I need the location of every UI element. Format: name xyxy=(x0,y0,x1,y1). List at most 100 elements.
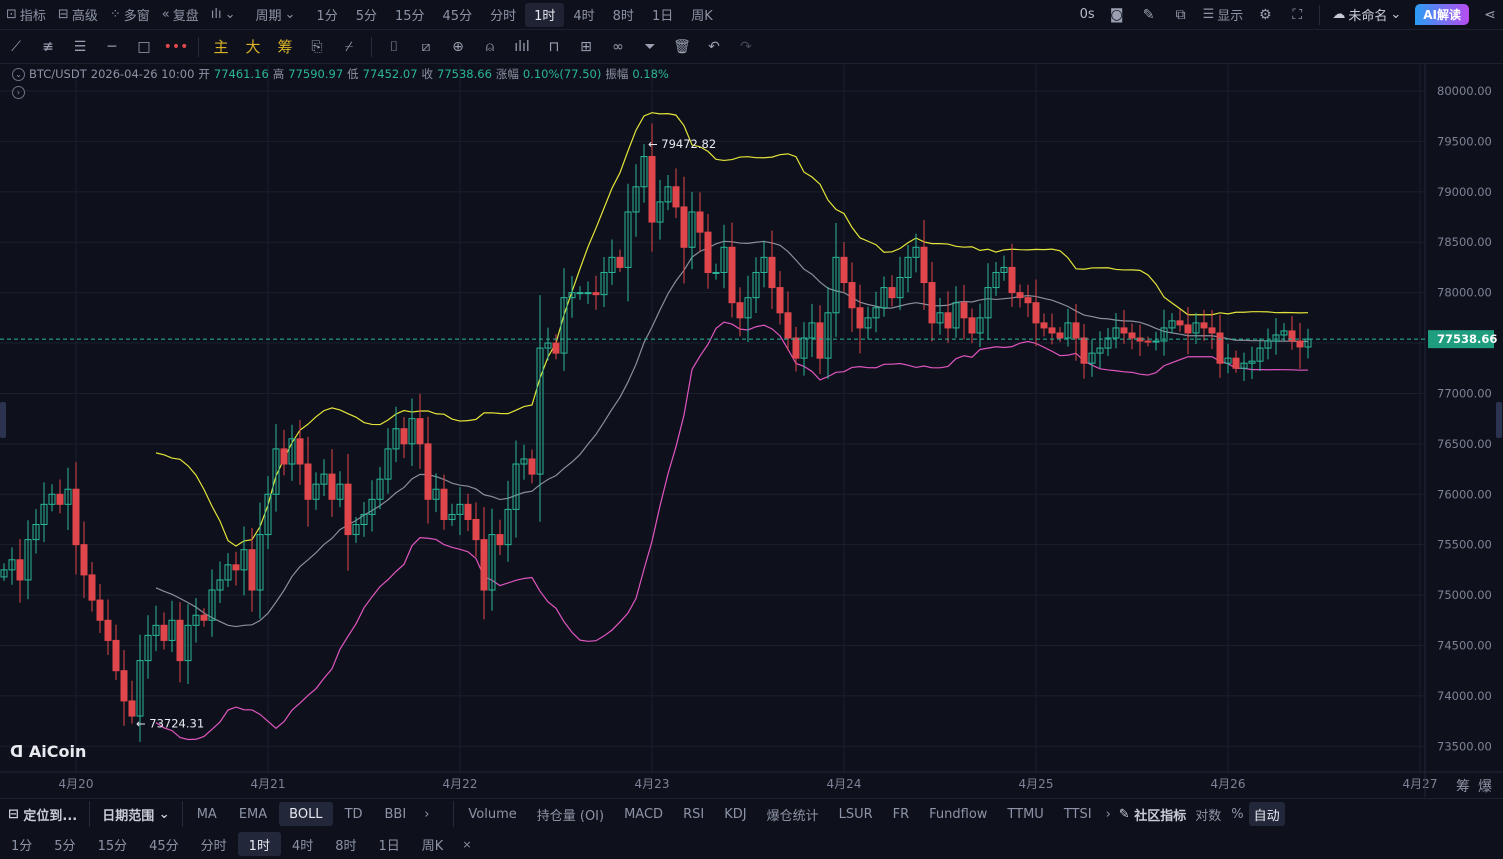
filter-icon[interactable]: ⏷ xyxy=(634,31,666,63)
period-tab-3[interactable]: 45分 xyxy=(434,3,482,27)
period-tab-9[interactable]: 周K xyxy=(682,3,722,27)
brush-icon[interactable]: ⌿ xyxy=(333,31,365,63)
sub-indicator-tab-8[interactable]: Fundflow xyxy=(919,802,997,826)
indicator-tab-boll[interactable]: BOLL xyxy=(279,802,333,826)
more-indicators-icon[interactable]: › xyxy=(416,802,437,826)
close-period-bar-icon[interactable]: × xyxy=(454,832,479,856)
sub-indicator-tab-1[interactable]: 持仓量 (OI) xyxy=(527,802,614,826)
indicators-button[interactable]: ⊡ 指标 xyxy=(0,3,52,27)
period-tab-7[interactable]: 8时 xyxy=(604,3,643,27)
sub-indicator-tab-5[interactable]: 爆仓统计 xyxy=(757,802,829,826)
fullscreen-icon[interactable]: ⛶ xyxy=(1281,0,1313,31)
sub-indicator-tab-4[interactable]: KDJ xyxy=(714,802,756,826)
period-tab-6[interactable]: 4时 xyxy=(564,3,603,27)
bottom-period-tab-0[interactable]: 1分 xyxy=(0,832,43,856)
magnet-icon[interactable]: ⍝ xyxy=(474,31,506,63)
indicator-tab-td[interactable]: TD xyxy=(335,802,373,826)
ai-interpret-button[interactable]: AI解读 xyxy=(1415,4,1469,25)
ruler-icon[interactable]: ⧄ xyxy=(410,31,442,63)
bottom-period-tab-9[interactable]: 周K xyxy=(411,832,455,856)
settings-icon[interactable]: ⚙ xyxy=(1249,0,1281,31)
lock-icon[interactable]: ⊓ xyxy=(538,31,570,63)
candles-visibility-icon[interactable]: ılıl xyxy=(506,31,538,63)
edit-copy-icon[interactable]: ⎘ xyxy=(301,31,333,63)
period-tab-0[interactable]: 1分 xyxy=(307,3,346,27)
candlestick-chart[interactable]: 80000.00 79500.00 79000.00 78500.00 78000.00… xyxy=(0,0,1503,798)
right-panel-handle[interactable] xyxy=(1496,402,1502,438)
main-chart-button[interactable]: 主 xyxy=(205,31,237,63)
layout-dropdown[interactable]: ☁ 未命名 ⌄ xyxy=(1326,3,1407,27)
candle-down xyxy=(1056,332,1064,339)
sub-indicator-tab-2[interactable]: MACD xyxy=(614,802,673,826)
expand-indicators-icon[interactable]: › xyxy=(12,86,25,99)
camera-icon[interactable]: ◙ xyxy=(1101,0,1133,31)
multi-window-button[interactable]: ⁘ 多窗 xyxy=(104,3,156,27)
parallel-channel-icon[interactable]: ≢ xyxy=(32,31,64,63)
auto-scale-toggle[interactable]: 自动 xyxy=(1248,802,1285,826)
period-tab-8[interactable]: 1日 xyxy=(643,3,682,27)
redo-icon[interactable]: ↷ xyxy=(730,31,762,63)
more-tools-icon[interactable]: ••• xyxy=(160,31,192,63)
left-panel-handle[interactable] xyxy=(0,402,6,438)
bottom-period-tab-4[interactable]: 分时 xyxy=(190,832,238,856)
chart-type-dropdown[interactable]: ılı ⌄ xyxy=(205,3,242,27)
candle-down xyxy=(160,624,168,641)
sub-indicator-tab-6[interactable]: LSUR xyxy=(829,802,883,826)
horizontal-line-icon[interactable]: ─ xyxy=(96,31,128,63)
period-tab-5[interactable]: 1时 xyxy=(525,2,565,27)
candle-down xyxy=(648,156,656,223)
sub-indicator-tab-10[interactable]: TTSI xyxy=(1054,802,1102,826)
replay-button[interactable]: «复盘 xyxy=(156,3,205,27)
period-tab-2[interactable]: 15分 xyxy=(386,3,434,27)
window-icon[interactable]: ⧉ xyxy=(1165,0,1197,31)
bookmark-icon[interactable]: ⌷ xyxy=(378,31,410,63)
bottom-period-tab-8[interactable]: 1日 xyxy=(368,832,411,856)
locate-button[interactable]: ⊟ 定位到... xyxy=(0,802,85,826)
undo-icon[interactable]: ↶ xyxy=(698,31,730,63)
indicator-tab-ema[interactable]: EMA xyxy=(229,802,277,826)
zoom-icon[interactable]: ⊕ xyxy=(442,31,474,63)
percent-scale-toggle[interactable]: % xyxy=(1226,802,1248,826)
collapse-icon[interactable]: ⌄ xyxy=(12,67,25,81)
more-sub-indicators-icon[interactable]: › xyxy=(1102,802,1115,826)
bottom-period-tab-2[interactable]: 15分 xyxy=(87,832,139,856)
period-tab-1[interactable]: 5分 xyxy=(347,3,386,27)
chevron-down-icon: ⌄ xyxy=(224,7,236,22)
community-indicators-button[interactable]: ✎ 社区指标 xyxy=(1115,802,1190,826)
trend-line-icon[interactable]: ⟋ xyxy=(0,31,32,63)
bottom-period-tab-7[interactable]: 8时 xyxy=(324,832,367,856)
chips-toggle[interactable]: 筹 xyxy=(1456,776,1470,796)
bottom-period-tab-6[interactable]: 4时 xyxy=(281,832,324,856)
indicator-tab-ma[interactable]: MA xyxy=(187,802,227,826)
log-scale-toggle[interactable]: 对数 xyxy=(1190,802,1226,826)
countdown: 0s xyxy=(1079,7,1095,22)
liquidation-toggle[interactable]: 爆 xyxy=(1478,776,1492,796)
sub-indicator-tab-9[interactable]: TTMU xyxy=(997,802,1053,826)
sub-indicator-tab-7[interactable]: FR xyxy=(883,802,920,826)
trash-icon[interactable]: 🗑 xyxy=(666,31,698,63)
panel-icon: ⊟ xyxy=(57,7,69,22)
bottom-period-tab-3[interactable]: 45分 xyxy=(138,832,190,856)
candle-down xyxy=(768,256,776,289)
bottom-period-tab-5[interactable]: 1时 xyxy=(237,832,281,856)
template-icon[interactable]: ⊞ xyxy=(570,31,602,63)
big-order-button[interactable]: 大 xyxy=(237,31,269,63)
sub-indicator-tab-3[interactable]: RSI xyxy=(673,802,714,826)
bottom-period-tab-1[interactable]: 5分 xyxy=(43,832,86,856)
chip-distribution-button[interactable]: 筹 xyxy=(269,31,301,63)
rectangle-icon[interactable]: □ xyxy=(128,31,160,63)
indicator-tab-bbi[interactable]: BBI xyxy=(375,802,417,826)
advanced-button[interactable]: ⊟ 高级 xyxy=(52,3,104,27)
drawing-toolbar: ⟋ ≢ ☰ ─ □ ••• 主 大 筹 ⎘ ⌿ ⌷ ⧄ ⊕ ⍝ ılıl ⊓ ⊞… xyxy=(0,30,1503,64)
period-dropdown[interactable]: 周期 ⌄ xyxy=(250,3,302,27)
link-icon[interactable]: ∞ xyxy=(602,31,634,63)
date-range-dropdown[interactable]: 日期范围 ⌄ xyxy=(94,802,177,826)
candle-down xyxy=(680,206,688,248)
horizontal-lines-icon[interactable]: ☰ xyxy=(64,31,96,63)
pencil-icon[interactable]: ✎ xyxy=(1133,0,1165,31)
sub-indicator-tab-0[interactable]: Volume xyxy=(458,802,526,826)
display-button[interactable]: ☰ 显示 xyxy=(1197,3,1250,27)
candle-down xyxy=(80,544,88,576)
period-tab-4[interactable]: 分时 xyxy=(481,3,525,27)
share-icon[interactable]: ⋖ xyxy=(1477,0,1503,31)
